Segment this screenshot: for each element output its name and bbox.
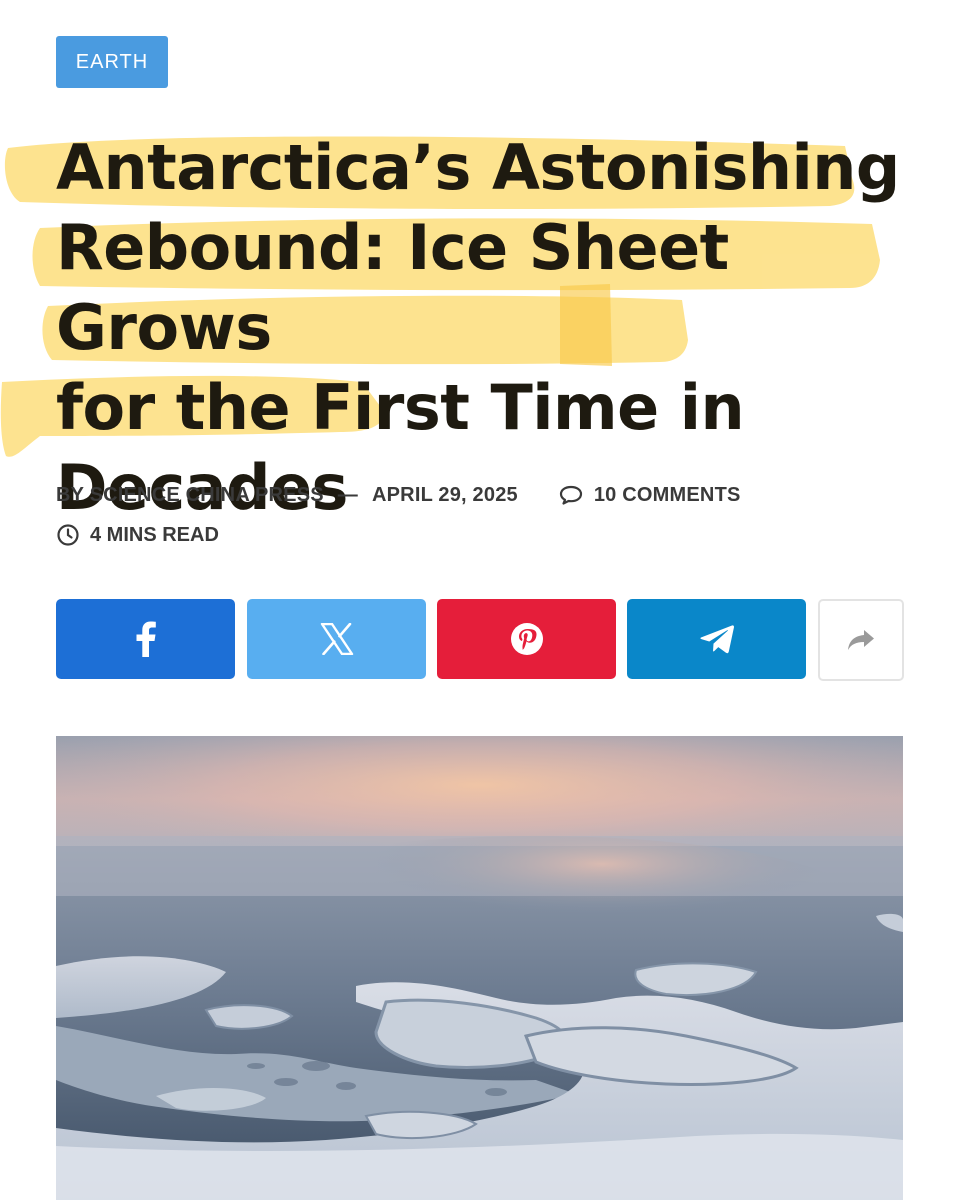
share-more-button[interactable] [818,599,904,681]
read-time-label: 4 MINS READ [90,523,219,546]
hero-image [56,736,903,1200]
share-facebook-button[interactable] [56,599,235,679]
meta-separator: — [337,483,358,506]
telegram-icon [699,625,734,654]
comments-count: 10 COMMENTS [593,483,741,506]
title-line: Antarctica’s Astonishing [56,131,900,204]
share-x-button[interactable] [247,599,426,679]
category-tag[interactable]: EARTH [56,36,168,88]
comment-icon [559,485,582,505]
facebook-icon [136,621,156,657]
title-line: for the First Time in [56,371,745,444]
publish-date: APRIL 29, 2025 [372,483,518,506]
share-telegram-button[interactable] [627,599,806,679]
share-arrow-icon [848,630,874,650]
article-meta: BY SCIENCE CHINA PRESS — APRIL 29, 2025 … [56,480,916,510]
antarctic-sea-ice-photo [56,736,903,1200]
article-title: Antarctica’s Astonishing Rebound: Ice Sh… [56,128,916,528]
clock-icon [57,524,79,546]
pinterest-icon [510,623,543,655]
author-link[interactable]: BY SCIENCE CHINA PRESS [56,484,324,507]
title-line: Rebound: Ice Sheet Grows [56,211,729,364]
x-icon [320,623,353,655]
read-time: 4 MINS READ [56,520,219,550]
share-pinterest-button[interactable] [437,599,616,679]
comments-link[interactable]: 10 COMMENTS [558,484,741,507]
